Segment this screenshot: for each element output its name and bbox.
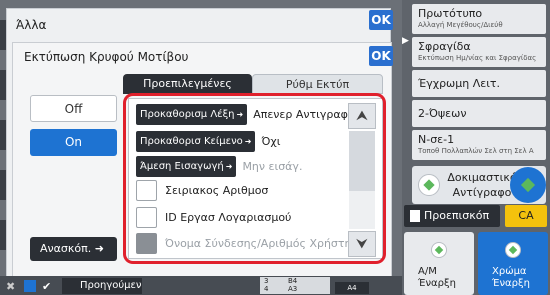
pin-icon: ✖	[6, 280, 16, 293]
preview-icon	[410, 210, 420, 222]
gear-icon[interactable]	[24, 280, 36, 292]
dialog-title: Εκτύπωση Κρυφού Μοτίβου	[24, 50, 189, 64]
stamp-item[interactable]: Σφραγίδα Εκτύπωση Ημ/νίας και Σφραγίδας	[412, 37, 546, 67]
previous-button[interactable]: Προηγούμεν	[62, 278, 142, 294]
bw-start-button[interactable]: Α/Μ Έναρξη	[404, 232, 474, 295]
paper-size-indicator: A4	[335, 282, 369, 294]
arrow-right-icon: ➜	[94, 242, 104, 255]
duplex-item[interactable]: 2-Όψεων	[412, 100, 546, 127]
collapse-arrow-icon[interactable]: ▶	[402, 36, 409, 46]
others-title: Άλλα	[16, 18, 47, 32]
start-icon	[418, 174, 440, 196]
start-icon	[431, 242, 447, 258]
color-start-button[interactable]: Χρώμα Έναρξη	[478, 232, 548, 295]
paper-tray-table: 3 B4 4 A3	[260, 277, 330, 294]
others-ok-button[interactable]: OK	[369, 10, 393, 30]
tab-print-content-settings[interactable]: Ρύθμ Εκτύπ Περιεχομένων	[252, 74, 383, 111]
highlight-frame	[123, 93, 386, 264]
ca-button[interactable]: CA	[505, 205, 547, 227]
start-icon	[505, 242, 521, 258]
check-icon: ✔	[42, 280, 52, 293]
color-start-small-icon[interactable]	[510, 167, 546, 203]
off-button[interactable]: Off	[30, 95, 117, 122]
dialog-ok-button[interactable]: OK	[369, 46, 393, 66]
original-item[interactable]: Πρωτότυπο Αλλαγή Μεγέθους/Διεύθ	[412, 4, 546, 34]
on-button[interactable]: On	[30, 129, 117, 156]
tab-default-settings[interactable]: Προεπιλεγμένες Ρυθμίσεις	[123, 74, 252, 110]
color-mode-item[interactable]: Έγχρωμη Λειτ.	[412, 70, 546, 97]
review-button[interactable]: Ανασκόπ. ➜	[30, 237, 117, 261]
n-up-item[interactable]: N-σε-1 Τοποθ Πολλαπλών Σελ στη Σελ Α	[412, 130, 546, 160]
